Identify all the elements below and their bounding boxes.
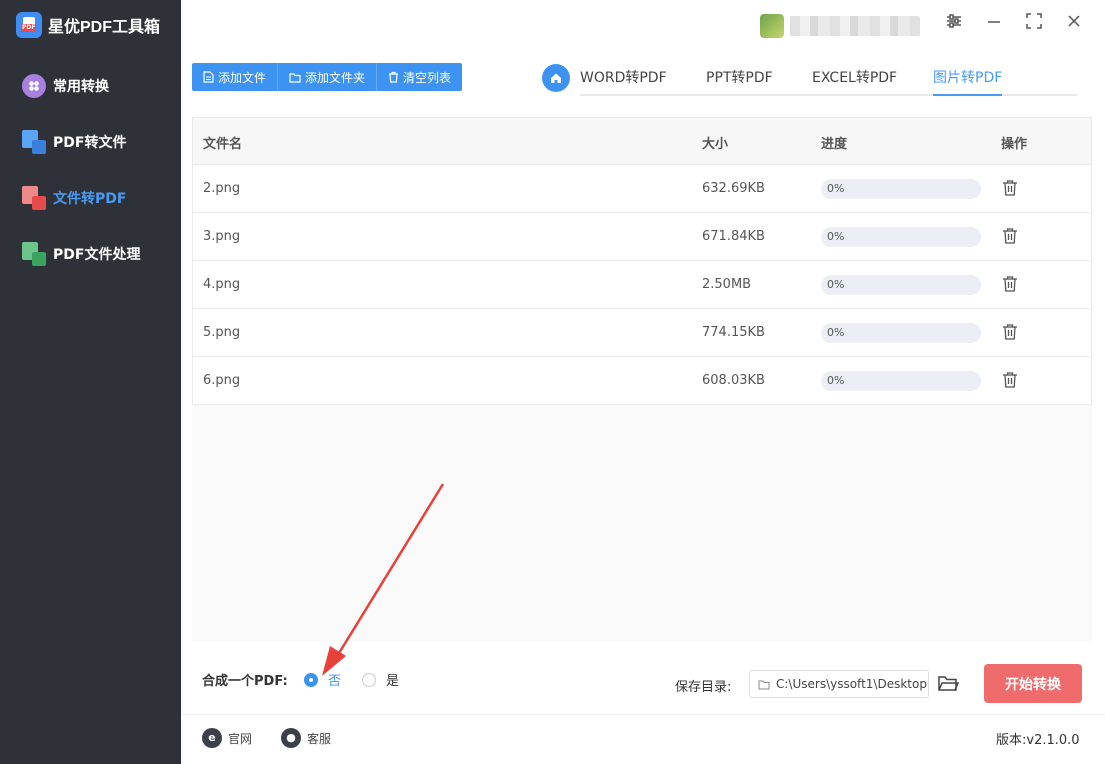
- folder-outline-icon: [758, 680, 770, 689]
- column-header-size: 大小: [702, 137, 729, 152]
- file-size-cell: 2.50MB: [702, 277, 752, 292]
- website-label: 官网: [228, 731, 253, 746]
- version-text: 版本:v2.1.0.0: [996, 733, 1080, 748]
- save-path-value: C:\Users\yssoft1\Desktop: [776, 677, 927, 691]
- merge-option-no-label: 否: [328, 674, 342, 689]
- clear-list-button[interactable]: 清空列表: [377, 63, 462, 91]
- sidebar-item-pdf-to-file[interactable]: PDF转文件: [22, 128, 126, 156]
- pdf-process-icon: [22, 242, 46, 266]
- merge-option-yes[interactable]: 是: [362, 670, 399, 689]
- app-title: 星优PDF工具箱: [48, 19, 161, 36]
- table-row[interactable]: 5.png 774.15KB 0%: [192, 309, 1092, 357]
- sidebar: 星优PDF工具箱 常用转换 PDF转文件 文件转PDF PDF文件处理: [0, 0, 181, 764]
- footer-divider: [181, 714, 1105, 715]
- home-button[interactable]: [542, 64, 570, 92]
- website-link[interactable]: e 官网: [202, 728, 252, 748]
- save-path-field[interactable]: C:\Users\yssoft1\Desktop: [749, 670, 929, 698]
- merge-option-yes-label: 是: [386, 674, 400, 689]
- radio-unchecked-icon: [362, 672, 376, 687]
- column-header-action: 操作: [1001, 137, 1028, 152]
- progress-text: 0%: [827, 374, 845, 387]
- table-header: 文件名 大小 进度 操作: [192, 117, 1092, 165]
- delete-icon[interactable]: [1001, 371, 1021, 391]
- sidebar-item-label: 文件转PDF: [53, 191, 127, 207]
- tab-image-to-pdf[interactable]: 图片转PDF: [933, 67, 1003, 96]
- progress-bar: 0%: [821, 371, 981, 391]
- progress-text: 0%: [827, 326, 845, 339]
- file-to-pdf-icon: [22, 186, 46, 210]
- username-blurred: [790, 16, 920, 36]
- radio-checked-icon: [304, 672, 318, 687]
- delete-icon[interactable]: [1001, 179, 1021, 199]
- support-label: 客服: [307, 731, 332, 746]
- minimize-icon[interactable]: [982, 12, 1006, 36]
- sidebar-item-file-to-pdf[interactable]: 文件转PDF: [22, 184, 126, 212]
- file-name-cell: 5.png: [203, 325, 241, 340]
- progress-bar: 0%: [821, 227, 981, 247]
- chat-bubble-icon: ●: [281, 728, 301, 748]
- file-size-cell: 632.69KB: [702, 181, 765, 196]
- trash-icon: [389, 71, 399, 83]
- file-name-cell: 2.png: [203, 181, 241, 196]
- tab-excel-to-pdf[interactable]: EXCEL转PDF: [812, 67, 897, 96]
- app-logo: 星优PDF工具箱: [16, 12, 160, 38]
- delete-icon[interactable]: [1001, 275, 1021, 295]
- delete-icon[interactable]: [1001, 323, 1021, 343]
- folder-icon: [289, 72, 301, 83]
- progress-text: 0%: [827, 230, 845, 243]
- clear-list-label: 清空列表: [403, 70, 452, 85]
- browse-folder-icon[interactable]: [937, 673, 961, 695]
- support-link[interactable]: ● 客服: [281, 728, 331, 748]
- file-table: 文件名 大小 进度 操作 2.png 632.69KB 0% 3.png 671…: [192, 117, 1092, 642]
- close-icon[interactable]: [1062, 12, 1086, 36]
- add-folder-label: 添加文件夹: [305, 70, 366, 85]
- start-convert-button[interactable]: 开始转换: [984, 664, 1082, 703]
- table-row[interactable]: 3.png 671.84KB 0%: [192, 213, 1092, 261]
- conversion-tabs: WORD转PDF PPT转PDF EXCEL转PDF 图片转PDF: [580, 64, 1077, 96]
- user-avatar[interactable]: [760, 14, 784, 38]
- table-row[interactable]: 2.png 632.69KB 0%: [192, 165, 1092, 213]
- add-file-button[interactable]: 添加文件: [192, 63, 279, 91]
- save-dir-label: 保存目录:: [675, 680, 732, 695]
- sidebar-item-label: PDF文件处理: [53, 247, 141, 263]
- file-name-cell: 6.png: [203, 373, 241, 388]
- file-name-cell: 3.png: [203, 229, 241, 244]
- settings-sliders-icon[interactable]: [942, 12, 966, 36]
- merge-option-no[interactable]: 否: [304, 670, 341, 689]
- file-size-cell: 671.84KB: [702, 229, 765, 244]
- tab-ppt-to-pdf[interactable]: PPT转PDF: [706, 67, 773, 96]
- sidebar-item-label: PDF转文件: [53, 135, 127, 151]
- sidebar-item-pdf-process[interactable]: PDF文件处理: [22, 240, 140, 268]
- pdf-to-file-icon: [22, 130, 46, 154]
- progress-bar: 0%: [821, 179, 981, 199]
- merge-pdf-label: 合成一个PDF:: [202, 674, 288, 689]
- tab-word-to-pdf[interactable]: WORD转PDF: [580, 67, 667, 96]
- ie-globe-icon: e: [202, 728, 222, 748]
- sidebar-item-label: 常用转换: [53, 79, 109, 95]
- file-toolbar: 添加文件 添加文件夹 清空列表: [192, 63, 463, 91]
- column-header-progress: 进度: [821, 137, 848, 152]
- table-row[interactable]: 6.png 608.03KB 0%: [192, 357, 1092, 405]
- file-name-cell: 4.png: [203, 277, 241, 292]
- home-icon: [551, 73, 561, 83]
- grid-icon: [22, 74, 46, 98]
- file-size-cell: 608.03KB: [702, 373, 765, 388]
- sidebar-item-common[interactable]: 常用转换: [22, 72, 109, 100]
- app-logo-icon: [16, 12, 42, 38]
- progress-bar: 0%: [821, 275, 981, 295]
- maximize-icon[interactable]: [1022, 12, 1046, 36]
- progress-bar: 0%: [821, 323, 981, 343]
- table-row[interactable]: 4.png 2.50MB 0%: [192, 261, 1092, 309]
- column-header-name: 文件名: [203, 137, 243, 152]
- add-file-label: 添加文件: [218, 70, 267, 85]
- progress-text: 0%: [827, 278, 845, 291]
- file-size-cell: 774.15KB: [702, 325, 765, 340]
- progress-text: 0%: [827, 182, 845, 195]
- add-folder-button[interactable]: 添加文件夹: [278, 63, 378, 91]
- delete-icon[interactable]: [1001, 227, 1021, 247]
- file-icon: [203, 71, 214, 83]
